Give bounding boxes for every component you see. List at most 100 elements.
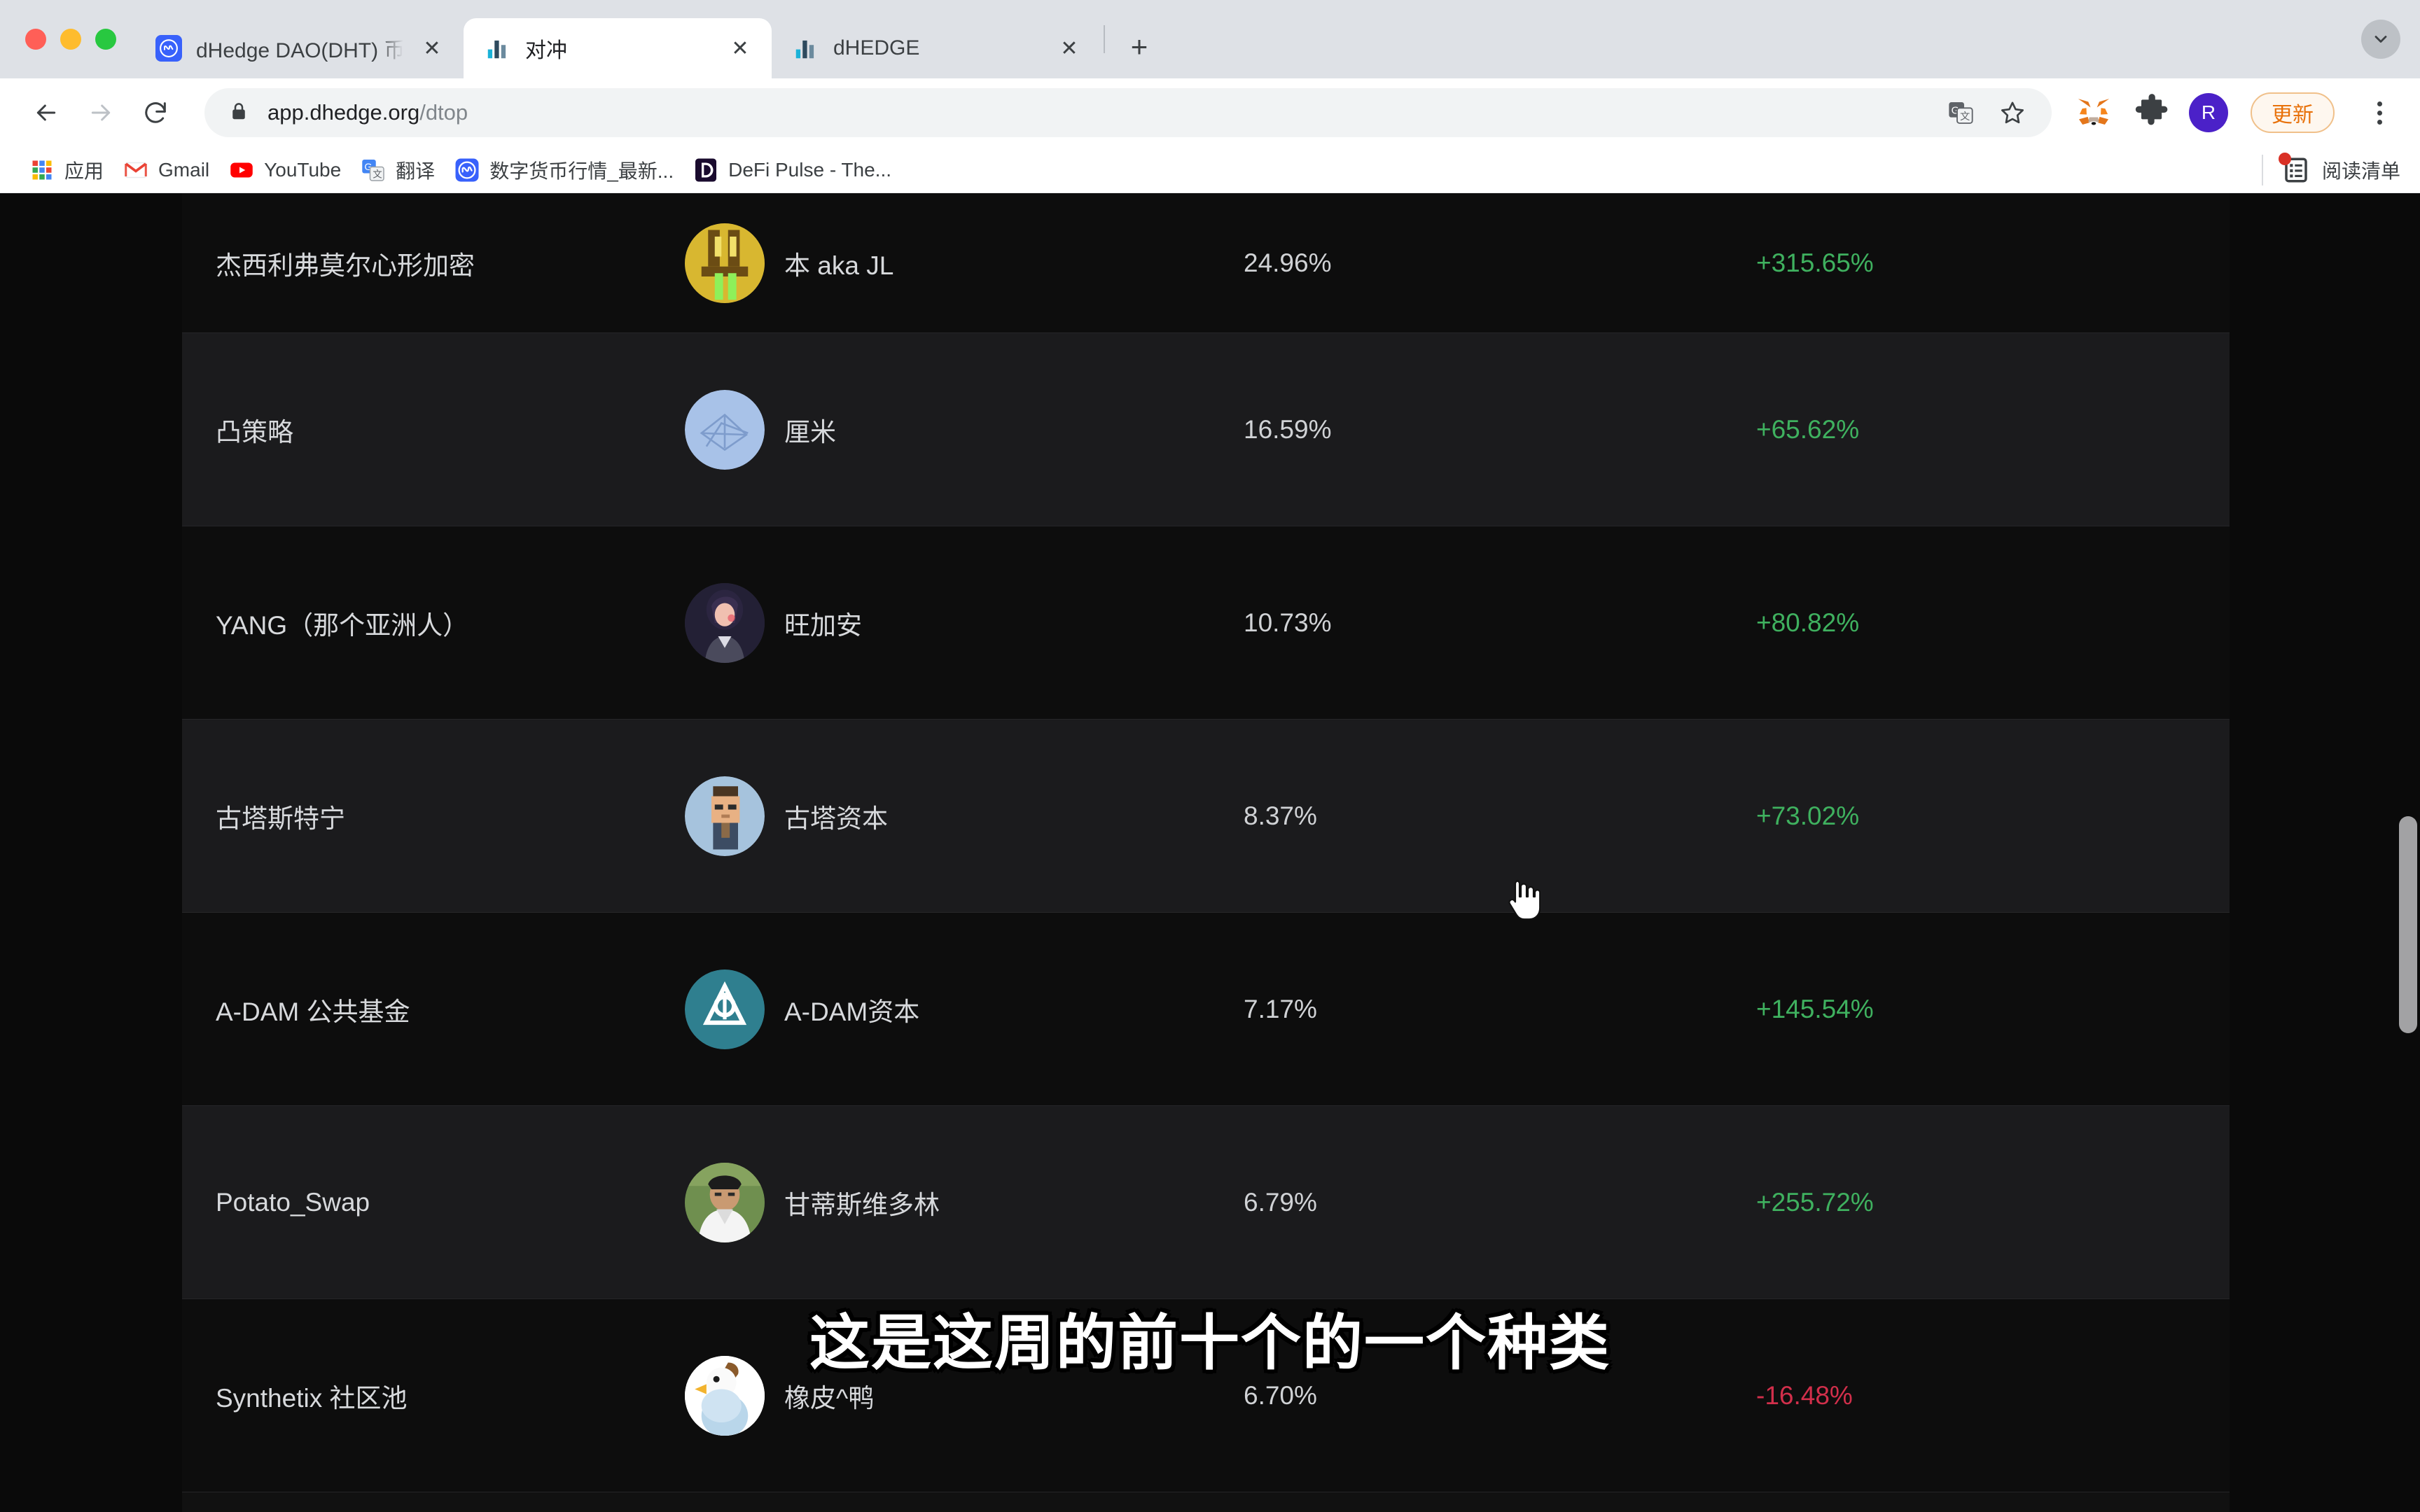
bookmark-label: 翻译 <box>396 160 436 182</box>
address-bar-actions: G文 <box>1945 97 2028 128</box>
pool-share: 6.79% <box>1244 1187 1317 1217</box>
divider <box>2261 154 2263 186</box>
bookmark-label: DeFi Pulse - The... <box>728 158 892 181</box>
maximize-window-button[interactable] <box>95 29 116 50</box>
manager-cell: A-DAM资本 <box>685 969 1244 1049</box>
back-button[interactable] <box>21 88 71 138</box>
tab-title: dHEDGE <box>833 36 920 59</box>
pool-performance: -16.48% <box>1756 1380 1853 1410</box>
minimize-window-button[interactable] <box>60 29 81 50</box>
star-icon[interactable] <box>1997 97 2028 128</box>
extensions-area: R 更新 <box>2067 92 2399 133</box>
manager-name: 甘蒂斯维多林 <box>784 1190 940 1219</box>
dhedge-icon <box>793 35 819 62</box>
translate-icon[interactable]: G文 <box>1945 97 1976 128</box>
avatar-convex <box>685 389 765 470</box>
table-row[interactable]: YANG（那个亚洲人） 旺加安 10.73% +80.82% <box>182 526 2230 720</box>
bookmark-gmail[interactable]: Gmail <box>113 151 219 189</box>
forward-button[interactable] <box>76 88 126 138</box>
defipulse-icon <box>693 158 718 183</box>
bookmark-label: Gmail <box>158 158 210 181</box>
svg-text:文: 文 <box>373 169 382 179</box>
gmail-icon <box>123 158 148 183</box>
avatar-gutta <box>685 776 765 856</box>
avatar-jl <box>685 223 765 303</box>
table-row[interactable]: 凸策略 厘米 16.59% +65.62% <box>182 333 2230 526</box>
dtop-leaderboard-table: 杰西利弗莫尔心形加密 本 aka JL 24.96% +315.65% 凸策略 <box>182 193 2230 1512</box>
pool-name: Synthetix 社区池 <box>216 1383 408 1413</box>
address-bar[interactable]: app.dhedge.org/dtop G文 <box>204 88 2052 137</box>
url-host: app.dhedge.org <box>267 100 420 125</box>
tab-close-button[interactable]: ✕ <box>724 32 756 64</box>
table-row[interactable]: Potato_Swap 甘蒂斯维多林 6.79% +255.72% <box>182 1106 2230 1299</box>
tab-title: 对冲 <box>525 39 567 62</box>
window-controls <box>0 0 134 78</box>
table-row[interactable]: Synthetix 社区池 橡皮^鸭 6.70% -16.48% <box>182 1299 2230 1492</box>
pool-performance: +80.82% <box>1756 608 1860 637</box>
bookmark-apps[interactable]: 应用 <box>20 151 113 189</box>
pool-performance: +65.62% <box>1756 414 1860 444</box>
bookmark-label: YouTube <box>264 158 342 181</box>
kebab-menu-icon[interactable] <box>2360 93 2399 132</box>
manager-name: 古塔资本 <box>784 804 888 833</box>
avatar-potato <box>685 1162 765 1242</box>
reload-button[interactable] <box>130 88 181 138</box>
url-path: /dtop <box>419 100 468 125</box>
vertical-scrollbar[interactable] <box>2396 193 2420 1512</box>
pool-name: 凸策略 <box>216 417 293 447</box>
table-row[interactable]: 杰西利弗莫尔心形加密 本 aka JL 24.96% +315.65% <box>182 193 2230 333</box>
tab-close-button[interactable]: ✕ <box>1053 32 1085 64</box>
bookmark-translate[interactable]: G文 翻译 <box>351 151 445 189</box>
update-button[interactable]: 更新 <box>2251 92 2335 133</box>
bookmark-coinmarketcap[interactable]: 数字货币行情_最新... <box>445 151 683 189</box>
table-row[interactable]: A-DAM 公共基金 A-DAM资本 7.17% +145.54% <box>182 913 2230 1106</box>
manager-name: 本 aka JL <box>784 251 894 280</box>
profile-avatar[interactable]: R <box>2189 93 2228 132</box>
youtube-icon <box>229 158 254 183</box>
browser-tab-2[interactable]: 对冲 ✕ <box>464 18 772 78</box>
scrollbar-thumb[interactable] <box>2399 816 2417 1033</box>
manager-cell: 本 aka JL <box>685 223 1244 303</box>
puzzle-icon[interactable] <box>2132 93 2171 132</box>
close-window-button[interactable] <box>25 29 46 50</box>
tab-strip: dHedge DAO(DHT) 币价，图表 ✕ 对冲 ✕ dHEDGE ✕ <box>0 0 2420 78</box>
dhedge-icon <box>485 35 511 62</box>
tab-list: dHedge DAO(DHT) 币价，图表 ✕ 对冲 ✕ dHEDGE ✕ <box>134 0 1167 78</box>
table-row[interactable]: 古塔斯特宁 古塔资本 8.37% +73.02% <box>182 720 2230 913</box>
pool-performance: +145.54% <box>1756 994 1874 1023</box>
pool-share: 16.59% <box>1244 414 1332 444</box>
notification-badge <box>2278 152 2291 165</box>
pool-name: YANG（那个亚洲人） <box>216 610 469 640</box>
browser-tab-3[interactable]: dHEDGE ✕ <box>772 18 1101 78</box>
pool-share: 10.73% <box>1244 608 1332 637</box>
browser-tab-1[interactable]: dHedge DAO(DHT) 币价，图表 ✕ <box>134 18 464 78</box>
pool-name: A-DAM 公共基金 <box>216 997 410 1026</box>
pool-performance: +255.72% <box>1756 1187 1874 1217</box>
reading-list-icon <box>2278 152 2311 185</box>
coinmarketcap-icon <box>454 158 480 183</box>
manager-name: A-DAM资本 <box>784 997 920 1026</box>
tab-close-button[interactable]: ✕ <box>416 32 448 64</box>
page-content: 杰西利弗莫尔心形加密 本 aka JL 24.96% +315.65% 凸策略 <box>0 193 2420 1512</box>
lock-icon <box>228 101 249 125</box>
tab-strip-right <box>2361 0 2420 78</box>
pool-name: 古塔斯特宁 <box>216 804 345 833</box>
tab-title: dHedge DAO(DHT) 币价，图表 <box>196 39 403 62</box>
browser-toolbar: app.dhedge.org/dtop G文 R 更新 <box>0 78 2420 147</box>
pool-share: 24.96% <box>1244 248 1332 277</box>
address-bar-url: app.dhedge.org/dtop <box>267 100 468 125</box>
chevron-down-icon[interactable] <box>2361 20 2400 59</box>
new-tab-button[interactable]: + <box>1118 25 1161 69</box>
pool-share: 6.70% <box>1244 1380 1317 1410</box>
metamask-icon[interactable] <box>2074 93 2113 132</box>
browser-window: dHedge DAO(DHT) 币价，图表 ✕ 对冲 ✕ dHEDGE ✕ <box>0 0 2420 1512</box>
avatar-duck <box>685 1355 765 1436</box>
manager-cell: 古塔资本 <box>685 776 1244 856</box>
reading-list-button[interactable]: 阅读清单 <box>2278 152 2400 185</box>
manager-name: 橡皮^鸭 <box>784 1383 875 1413</box>
bookmark-label: 数字货币行情_最新... <box>489 160 674 182</box>
bookmark-youtube[interactable]: YouTube <box>219 151 351 189</box>
manager-cell: 厘米 <box>685 389 1244 470</box>
manager-name: 厘米 <box>784 417 836 447</box>
bookmark-defipulse[interactable]: DeFi Pulse - The... <box>683 151 901 189</box>
